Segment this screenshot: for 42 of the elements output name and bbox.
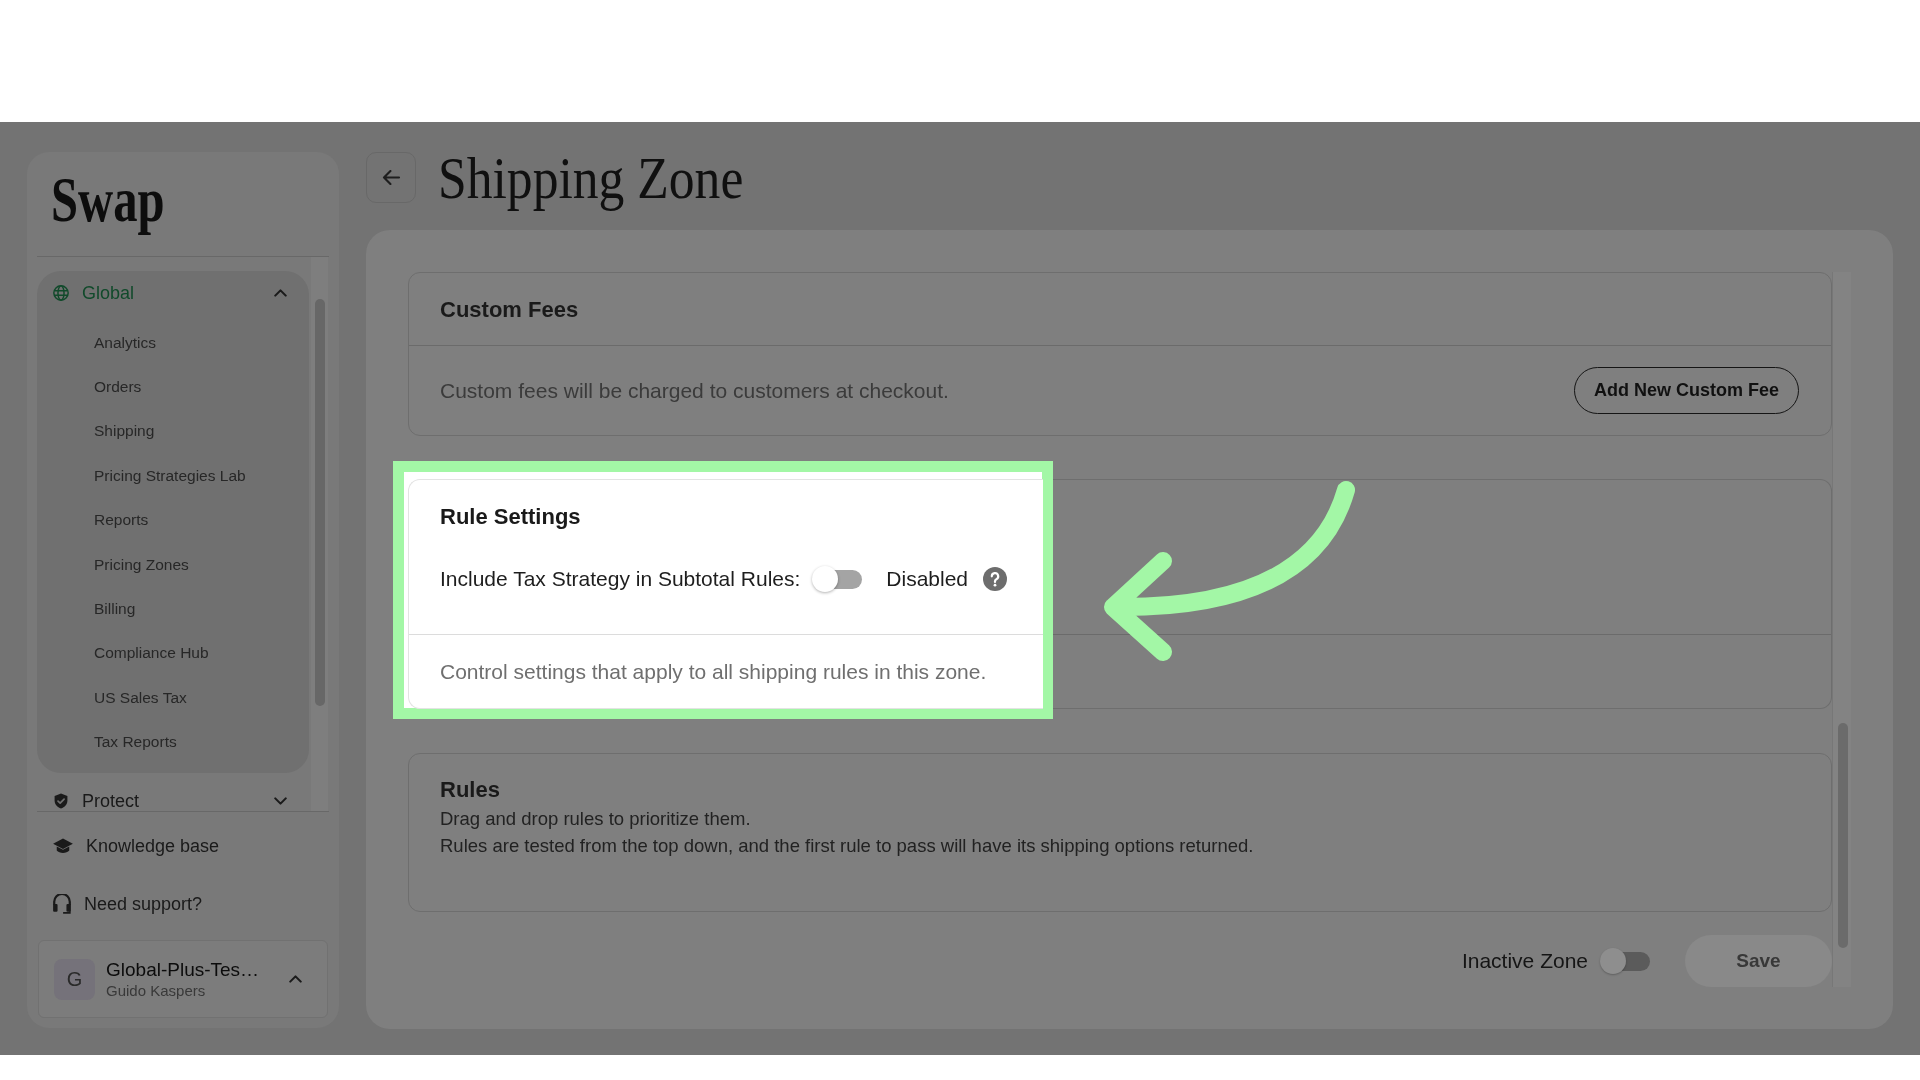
sidebar-link[interactable]: Knowledge base bbox=[86, 832, 220, 860]
help-icon bbox=[983, 567, 1008, 591]
avatar: G bbox=[54, 958, 95, 1000]
setting-label: Include Tax Strategy in Subtotal Rules: bbox=[440, 566, 801, 593]
section-description: Custom fees will be charged to customers at checkout. bbox=[440, 377, 949, 404]
sidebar-link[interactable]: Need support? bbox=[84, 890, 203, 918]
sidebar-item[interactable]: US Sales Tax bbox=[94, 685, 187, 709]
graduation-cap-icon bbox=[53, 837, 73, 855]
headset-icon bbox=[53, 894, 71, 914]
sidebar-item[interactable]: Shipping bbox=[94, 419, 155, 443]
sidebar-item[interactable]: Pricing Strategies Lab bbox=[94, 463, 246, 487]
chevron-up-icon bbox=[289, 975, 302, 983]
sidebar-item[interactable]: Billing bbox=[94, 596, 136, 621]
section-title: Rules bbox=[440, 778, 500, 802]
arrow-left-icon bbox=[381, 170, 401, 185]
sidebar-group[interactable]: Global bbox=[82, 284, 135, 302]
toggle-switch[interactable] bbox=[812, 566, 863, 592]
account-user: Guido Kaspers bbox=[106, 981, 206, 1000]
account-switcher[interactable]: G Global-Plus-Tes… Guido Kaspers bbox=[38, 940, 328, 1018]
sidebar-item[interactable]: Compliance Hub bbox=[94, 641, 209, 665]
section-title: Rule Settings bbox=[440, 505, 581, 529]
setting-status: Disabled bbox=[886, 566, 969, 593]
sidebar-item[interactable]: Reports bbox=[94, 508, 149, 532]
toggle-switch[interactable] bbox=[1600, 948, 1650, 974]
sidebar-item[interactable]: Analytics bbox=[94, 330, 157, 354]
toggle-label: Inactive Zone bbox=[1461, 948, 1588, 975]
scrollbar-track[interactable] bbox=[311, 257, 328, 811]
section-text: Drag and drop rules to prioritize them. bbox=[440, 807, 751, 831]
account-name: Global-Plus-Tes… bbox=[106, 958, 260, 981]
section-description: Control settings that apply to all shipping rules in this zone. bbox=[440, 658, 987, 685]
scrollbar-thumb[interactable] bbox=[1838, 723, 1848, 948]
section-text: Rules are tested from the top down, and the first rule to pass will have its shipping options returned. bbox=[440, 834, 1254, 858]
sidebar-item[interactable]: Tax Reports bbox=[94, 730, 177, 754]
sidebar-item[interactable]: Orders bbox=[94, 374, 142, 399]
sidebar-group[interactable]: Protect bbox=[82, 791, 140, 810]
shield-check-icon bbox=[53, 792, 69, 809]
section-title: Custom Fees bbox=[440, 295, 579, 324]
back-button[interactable] bbox=[366, 152, 416, 203]
sidebar-item[interactable]: Pricing Zones bbox=[94, 552, 189, 576]
globe-icon bbox=[53, 285, 69, 301]
scrollbar-thumb[interactable] bbox=[315, 299, 325, 706]
scrollbar-track[interactable] bbox=[1832, 272, 1851, 987]
